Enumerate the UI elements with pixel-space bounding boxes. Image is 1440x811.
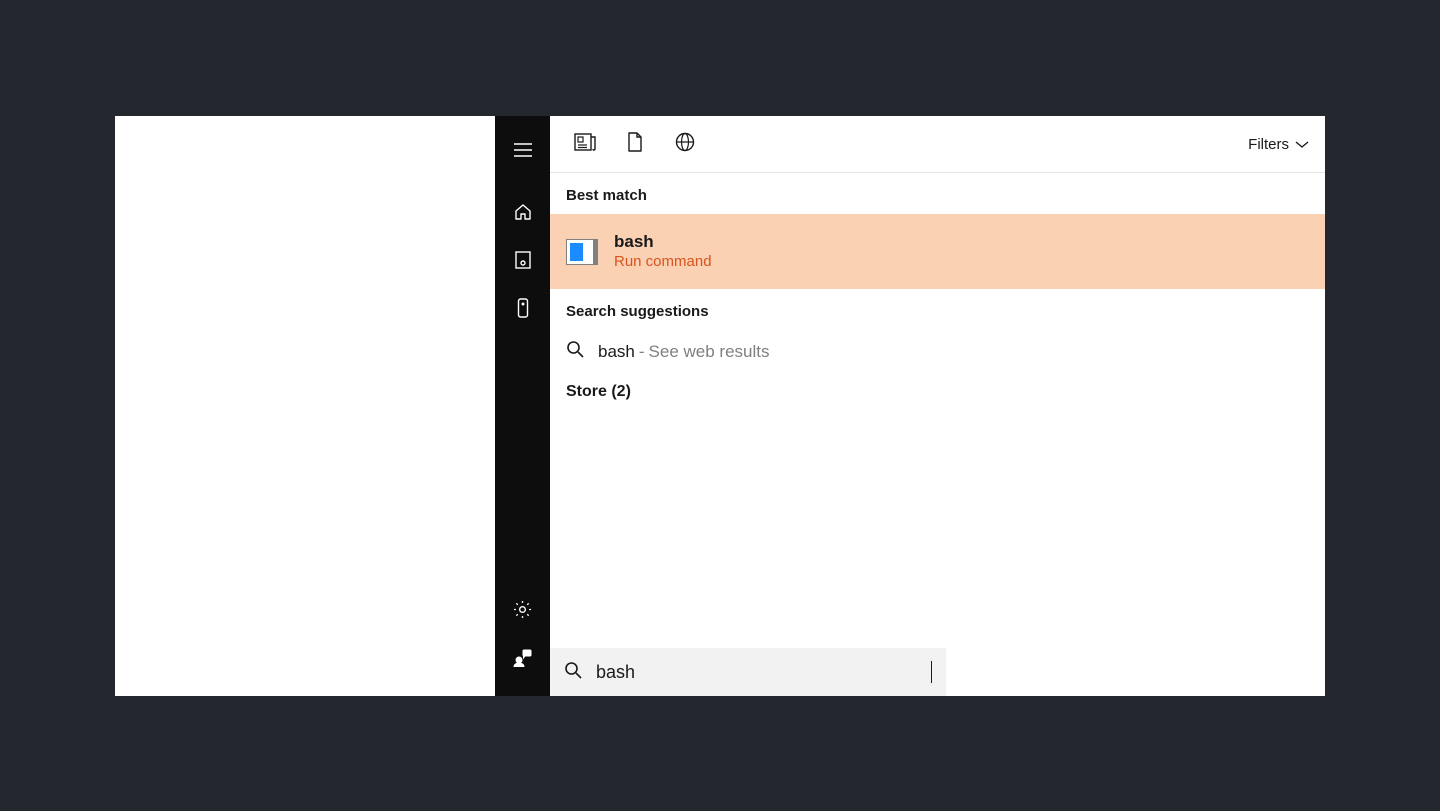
search-icon: [566, 340, 598, 363]
suggestion-suffix: See web results: [649, 342, 770, 362]
suggestion-term: bash: [598, 342, 635, 362]
start-search-panel: Filters Best match bash Run command Sear…: [495, 116, 1325, 696]
document-icon: [627, 132, 643, 157]
hamburger-menu-button[interactable]: [495, 128, 550, 176]
feedback-button[interactable]: [495, 636, 550, 684]
filters-dropdown[interactable]: Filters: [1248, 136, 1309, 153]
filters-label: Filters: [1248, 136, 1289, 153]
best-match-title: bash: [614, 231, 712, 252]
gear-icon: [513, 600, 532, 624]
tab-apps[interactable]: [560, 119, 610, 169]
hamburger-icon: [514, 143, 532, 162]
home-icon: [514, 203, 532, 226]
remote-button[interactable]: [495, 286, 550, 334]
text-caret: [931, 661, 932, 683]
tab-documents[interactable]: [610, 119, 660, 169]
desktop-area: Filters Best match bash Run command Sear…: [115, 116, 1325, 696]
command-app-icon: [566, 239, 598, 265]
web-suggestion[interactable]: bash - See web results: [550, 330, 1325, 373]
best-match-subtitle: Run command: [614, 252, 712, 272]
section-suggestions: Search suggestions: [550, 289, 1325, 330]
section-best-match: Best match: [550, 173, 1325, 214]
newspaper-icon: [574, 133, 596, 156]
section-store[interactable]: Store (2): [550, 373, 1325, 411]
globe-icon: [675, 132, 695, 157]
search-icon: [564, 661, 596, 684]
search-results-column: Filters Best match bash Run command Sear…: [550, 116, 1325, 696]
apps-button[interactable]: [495, 238, 550, 286]
apps-icon: [515, 251, 531, 274]
home-button[interactable]: [495, 190, 550, 238]
search-input[interactable]: [596, 662, 933, 683]
search-bar[interactable]: [550, 648, 946, 696]
tab-web[interactable]: [660, 119, 710, 169]
chevron-down-icon: [1289, 136, 1309, 153]
best-match-result[interactable]: bash Run command: [550, 214, 1325, 289]
search-scope-tabs: Filters: [550, 116, 1325, 173]
start-sidebar: [495, 116, 550, 696]
remote-icon: [517, 298, 529, 323]
person-feedback-icon: [513, 649, 532, 672]
settings-button[interactable]: [495, 588, 550, 636]
